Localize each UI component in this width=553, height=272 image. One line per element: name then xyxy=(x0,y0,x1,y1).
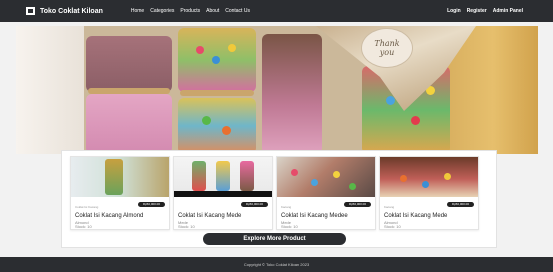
candy-dot xyxy=(228,44,236,52)
product-title: Coklat Isi Kacang Medee xyxy=(281,213,348,219)
product-image xyxy=(380,157,478,197)
price-badge: Rp50,000.00 xyxy=(343,202,371,207)
product-image xyxy=(71,157,169,197)
account-menu: Login Register Admin Panel xyxy=(441,8,523,14)
nav-contact[interactable]: Contact Us xyxy=(225,8,250,14)
tag-text-line1: Thank xyxy=(374,39,400,48)
product-stock: Stock: 10 xyxy=(178,224,195,229)
copyright-text: Copyright © Toko Coklat Kiloan 2023 xyxy=(243,262,310,267)
product-card[interactable]: Coklat Isi Kacang Rp50,000.00 Coklat Isi… xyxy=(70,156,170,230)
product-tag-label: Kacang xyxy=(384,205,395,209)
product-card[interactable]: Kacang Rp50,000.00 Coklat Isi Kacang Med… xyxy=(379,156,479,230)
shop-logo-icon xyxy=(26,7,35,15)
product-title: Coklat Isi Kacang Mede xyxy=(384,213,448,219)
candy-dot xyxy=(400,175,407,182)
candy-dot xyxy=(222,126,231,135)
explore-more-button[interactable]: Explore More Product xyxy=(203,233,346,245)
price-badge: Rp50,000.00 xyxy=(240,202,268,207)
candy-dot xyxy=(333,171,340,178)
candy-jar xyxy=(86,36,172,92)
candy-dot xyxy=(422,181,429,188)
candy-dot xyxy=(349,183,356,190)
jar-lid xyxy=(180,90,254,96)
candy-jar xyxy=(105,159,123,195)
candy-dot xyxy=(196,46,204,54)
product-stock: Stock: 10 xyxy=(75,224,92,229)
product-title: Coklat Isi Kacang Almond xyxy=(75,213,144,219)
candy-jar xyxy=(216,161,230,191)
footer: Copyright © Toko Coklat Kiloan 2023 xyxy=(0,257,553,272)
candy-jar xyxy=(86,94,172,154)
display-shelf xyxy=(174,191,272,197)
nav-categories[interactable]: Categories xyxy=(150,8,174,14)
product-card[interactable]: Rp50,000.00 Coklat Isi Kacang Mede Mede … xyxy=(173,156,273,230)
candy-dot xyxy=(212,56,220,64)
hero-banner-image: Thank you xyxy=(16,26,538,154)
nav-login[interactable]: Login xyxy=(447,8,461,14)
product-image xyxy=(174,157,272,197)
price-badge: Rp50,000.00 xyxy=(446,202,474,207)
nav-products[interactable]: Products xyxy=(180,8,200,14)
product-card[interactable]: Kacang Rp50,000.00 Coklat Isi Kacang Med… xyxy=(276,156,376,230)
candy-jar xyxy=(262,34,322,154)
product-tag-label: Coklat Isi Kacang xyxy=(75,205,99,209)
candy-jar xyxy=(240,161,254,191)
candy-dot xyxy=(202,116,211,125)
product-stock: Stock: 10 xyxy=(281,224,298,229)
candy-dot xyxy=(386,96,395,105)
candy-jar xyxy=(192,161,206,191)
nav-admin-panel[interactable]: Admin Panel xyxy=(493,8,523,14)
candy-dot xyxy=(411,116,420,125)
product-tag-label: Kacang xyxy=(281,205,292,209)
nav-about[interactable]: About xyxy=(206,8,219,14)
tag-text-line2: you xyxy=(379,48,395,57)
candy-dot xyxy=(311,179,318,186)
candy-dot xyxy=(444,173,451,180)
product-stock: Stock: 10 xyxy=(384,224,401,229)
product-image xyxy=(277,157,375,197)
candy-jar xyxy=(178,98,256,154)
nav-register[interactable]: Register xyxy=(467,8,487,14)
brand[interactable]: Toko Coklat Kiloan xyxy=(26,7,103,15)
main-menu: Home Categories Products About Contact U… xyxy=(131,8,256,14)
navbar: Toko Coklat Kiloan Home Categories Produ… xyxy=(0,0,553,22)
thank-you-tag: Thank you xyxy=(361,28,413,68)
candy-dot xyxy=(291,169,298,176)
product-title: Coklat Isi Kacang Mede xyxy=(178,213,242,219)
hero-background xyxy=(16,26,84,154)
brand-name: Toko Coklat Kiloan xyxy=(40,7,103,15)
nav-home[interactable]: Home xyxy=(131,8,144,14)
price-badge: Rp50,000.00 xyxy=(137,202,165,207)
